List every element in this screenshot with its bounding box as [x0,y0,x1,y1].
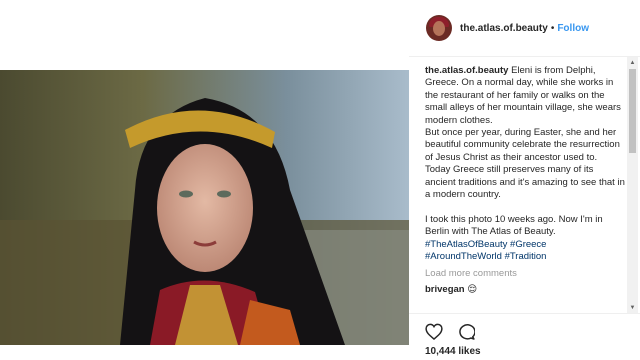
heart-icon[interactable] [425,323,443,340]
scroll-down-icon[interactable]: ▼ [627,302,638,313]
scrollbar-thumb[interactable] [629,69,636,153]
action-icons [425,323,476,340]
avatar[interactable] [426,15,452,41]
post-sidebar: the.atlas.of.beauty • Follow the.atlas.o… [409,0,640,360]
username-link[interactable]: the.atlas.of.beauty [460,23,548,34]
follow-button[interactable]: Follow [557,23,589,34]
likes-count[interactable]: 10,444 likes [425,346,481,357]
comment-row: brivegan 😌 [425,284,625,296]
post-header: the.atlas.of.beauty • Follow [409,0,640,57]
caption-text: Eleni is from Delphi, Greece. On a norma… [425,65,625,238]
hashtag-list: #TheAtlasOfBeauty #Greece #AroundTheWorld… [425,239,625,264]
caption-author[interactable]: the.atlas.of.beauty [425,65,508,76]
action-bar: 10,444 likes [409,313,640,360]
hashtag-link[interactable]: #Tradition [505,251,547,262]
comments-scrollbar[interactable]: ▲ ▼ [627,57,638,313]
caption: the.atlas.of.beauty Eleni is from Delphi… [425,65,625,239]
comment-author[interactable]: brivegan [425,284,465,295]
comment-icon[interactable] [457,323,476,340]
portrait-image [0,70,409,345]
separator-dot: • [550,22,555,34]
comments-panel: the.atlas.of.beauty Eleni is from Delphi… [425,65,625,313]
post-photo[interactable] [0,70,409,345]
hashtag-link[interactable]: #TheAtlasOfBeauty [425,239,507,250]
avatar-face [433,21,445,36]
load-more-comments-button[interactable]: Load more comments [425,268,625,280]
hashtag-link[interactable]: #AroundTheWorld [425,251,502,262]
scroll-up-icon[interactable]: ▲ [627,57,638,68]
hashtag-link[interactable]: #Greece [510,239,546,250]
comment-text: 😌 [467,283,478,295]
